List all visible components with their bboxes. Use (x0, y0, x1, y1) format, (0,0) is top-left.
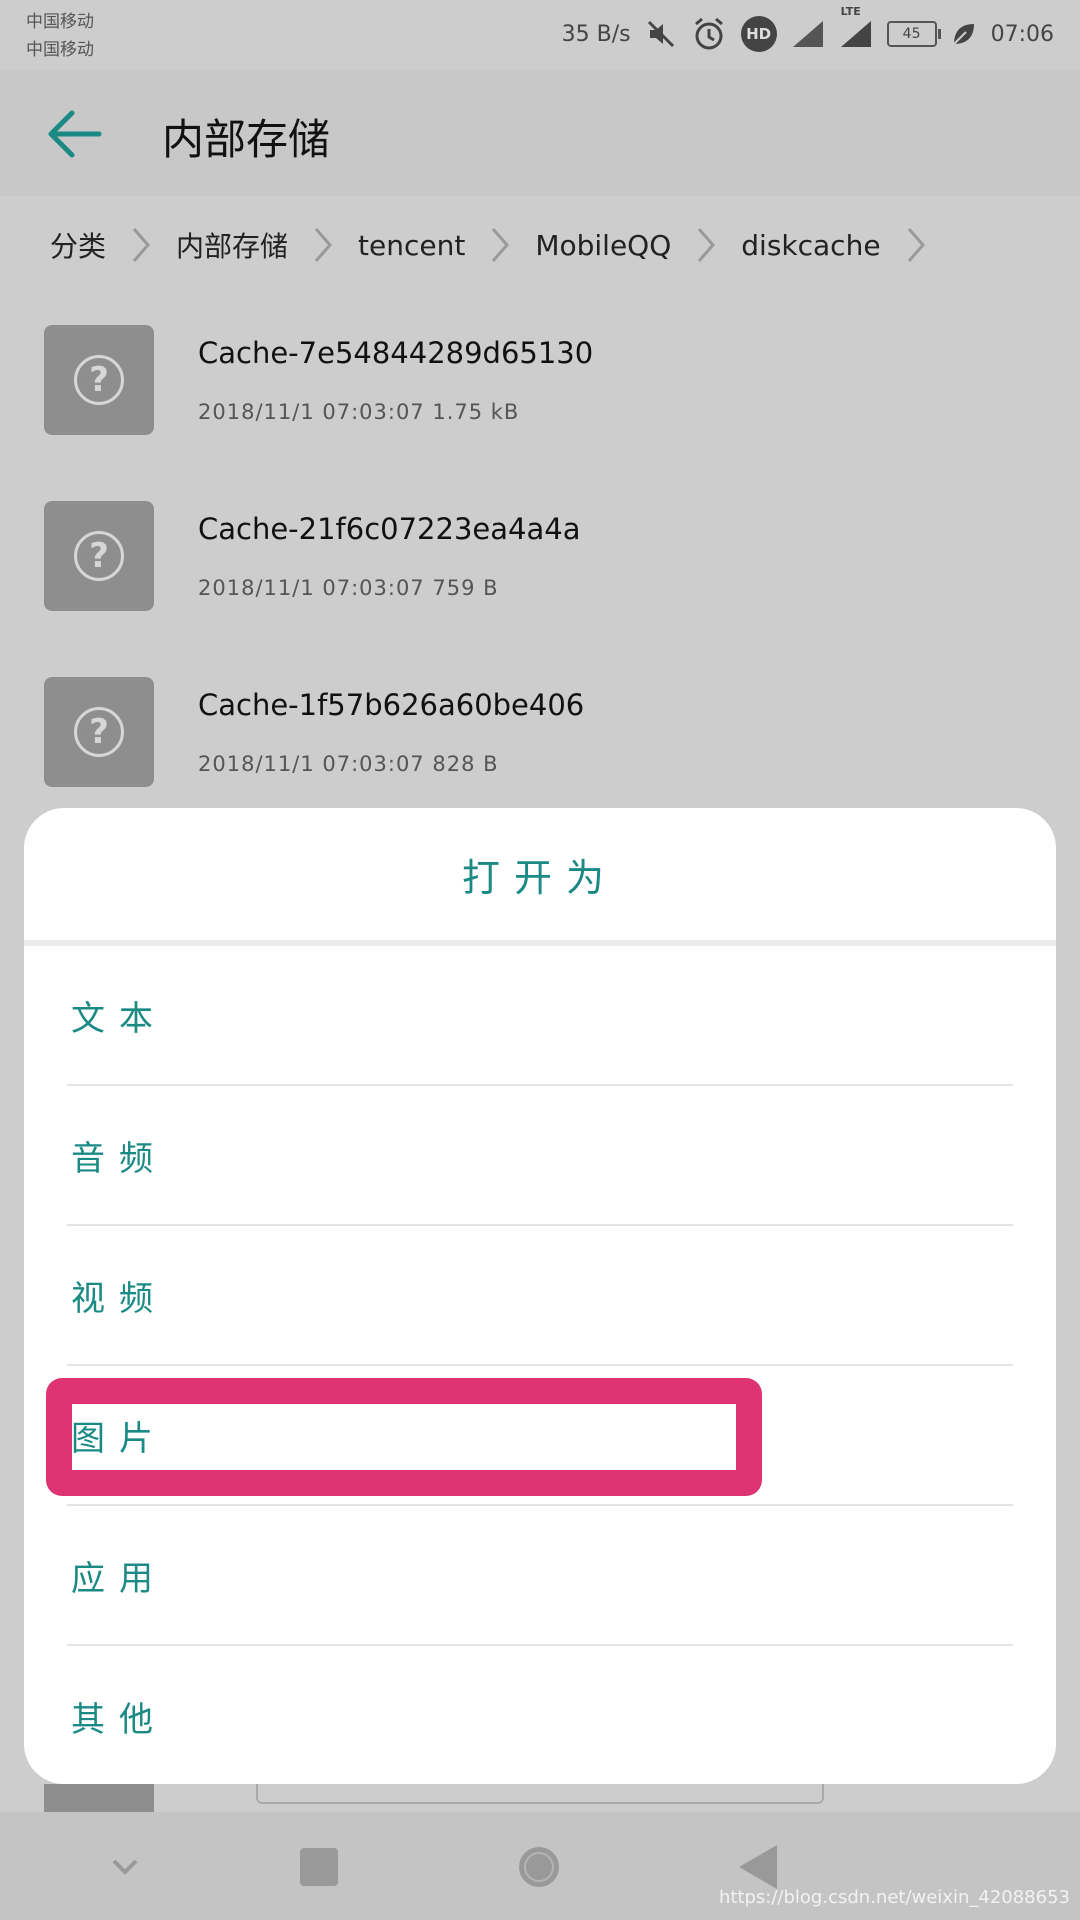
nav-back-button[interactable] (734, 1842, 784, 1892)
lte-label: LTE (840, 5, 861, 18)
unknown-file-icon: ? (74, 355, 124, 405)
nav-down-button[interactable] (100, 1842, 150, 1892)
triangle-back-icon (739, 1845, 777, 1889)
status-icons: 35 B/s HD LTE 45 07:06 (561, 5, 1054, 54)
back-button[interactable] (44, 104, 104, 164)
option-video[interactable]: 视频 (67, 1226, 1013, 1366)
file-meta: 2018/11/1 07:03:07 1.75 kB (198, 400, 520, 424)
nav-home-button[interactable] (514, 1842, 564, 1892)
chevron-down-icon (112, 1859, 138, 1875)
option-label: 音频 (71, 1138, 167, 1179)
file-list: ? Cache-7e54844289d65130 2018/11/1 07:03… (0, 320, 1080, 848)
dialog-title: 打开为 (461, 855, 618, 900)
breadcrumb-item-mobileqq[interactable]: MobileQQ (535, 229, 671, 262)
circle-icon (519, 1847, 559, 1887)
option-audio[interactable]: 音频 (67, 1086, 1013, 1226)
file-thumbnail: ? (44, 501, 154, 611)
option-text[interactable]: 文本 (67, 946, 1013, 1086)
file-item[interactable]: ? Cache-7e54844289d65130 2018/11/1 07:03… (0, 320, 1080, 496)
option-image[interactable]: 图片 (67, 1366, 1013, 1506)
breadcrumb-item-internal-storage[interactable]: 内部存储 (176, 225, 288, 265)
option-label: 文本 (71, 998, 167, 1039)
leaf-icon (951, 21, 977, 47)
file-name: Cache-21f6c07223ea4a4a (198, 512, 581, 546)
chevron-right-icon (130, 225, 152, 265)
option-other[interactable]: 其他 (67, 1646, 1013, 1784)
unknown-file-icon: ? (74, 707, 124, 757)
carrier-info: 中国移动 中国移动 (26, 8, 94, 64)
lte-signal-icon: LTE (839, 5, 873, 49)
square-icon (300, 1848, 338, 1886)
file-meta: 2018/11/1 07:03:07 828 B (198, 752, 499, 776)
open-as-dialog: 打开为 文本 音频 视频 图片 应用 其他 (24, 808, 1056, 1784)
battery-level: 45 (902, 26, 921, 42)
alarm-icon (691, 16, 727, 52)
watermark: https://blog.csdn.net/weixin_42088653 (718, 1887, 1070, 1908)
breadcrumb: 分类 内部存储 tencent MobileQQ diskcache (0, 200, 1080, 290)
file-thumbnail-partial (44, 1784, 154, 1814)
file-name: Cache-1f57b626a60be406 (198, 688, 585, 722)
bottom-toolbar-partial (256, 1784, 824, 1804)
file-thumbnail: ? (44, 325, 154, 435)
chevron-right-icon (489, 225, 511, 265)
option-label: 视频 (71, 1278, 167, 1319)
mute-icon (645, 18, 677, 50)
option-label: 图片 (71, 1418, 167, 1459)
chevron-right-icon (905, 225, 927, 265)
chevron-right-icon (695, 225, 717, 265)
unknown-file-icon: ? (74, 531, 124, 581)
chevron-right-icon (312, 225, 334, 265)
net-speed: 35 B/s (561, 21, 631, 47)
carrier-label-1: 中国移动 (26, 12, 94, 32)
battery-indicator: 45 (886, 21, 941, 47)
status-bar: 中国移动 中国移动 35 B/s HD LTE 45 07:06 (0, 0, 1080, 70)
option-label: 其他 (71, 1699, 167, 1740)
signal-icon (791, 19, 825, 49)
option-label: 应用 (71, 1558, 167, 1599)
breadcrumb-item-category[interactable]: 分类 (50, 225, 106, 265)
navigation-bar: https://blog.csdn.net/weixin_42088653 (0, 1812, 1080, 1920)
breadcrumb-item-diskcache[interactable]: diskcache (741, 229, 880, 262)
app-bar: 内部存储 (0, 70, 1080, 196)
file-meta: 2018/11/1 07:03:07 759 B (198, 576, 499, 600)
file-name: Cache-7e54844289d65130 (198, 336, 594, 370)
nav-recents-button[interactable] (294, 1842, 344, 1892)
breadcrumb-item-tencent[interactable]: tencent (358, 229, 465, 262)
arrow-left-icon (48, 110, 102, 158)
option-app[interactable]: 应用 (67, 1506, 1013, 1646)
file-item[interactable]: ? Cache-21f6c07223ea4a4a 2018/11/1 07:03… (0, 496, 1080, 672)
carrier-label-2: 中国移动 (26, 40, 94, 60)
open-as-options: 文本 音频 视频 图片 应用 其他 (24, 946, 1056, 1784)
page-title: 内部存储 (162, 115, 331, 164)
clock: 07:06 (990, 21, 1054, 47)
file-thumbnail: ? (44, 677, 154, 787)
hd-badge: HD (740, 16, 777, 52)
